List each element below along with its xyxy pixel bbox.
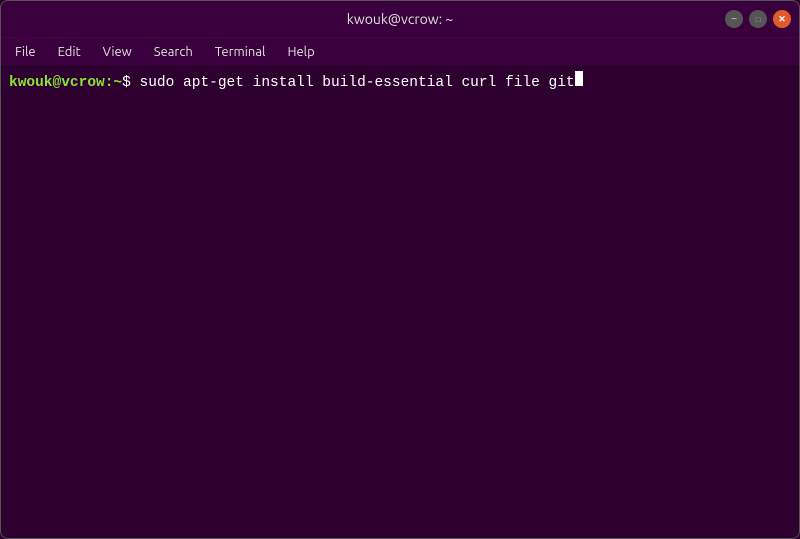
menu-help[interactable]: Help <box>277 43 324 61</box>
menu-edit[interactable]: Edit <box>48 43 91 61</box>
menu-view[interactable]: View <box>93 43 142 61</box>
menu-terminal[interactable]: Terminal <box>205 43 276 61</box>
menu-file[interactable]: File <box>5 43 46 61</box>
command-text: sudo apt-get install build-essential cur… <box>131 73 575 95</box>
terminal-window: kwouk@vcrow: ~ File Edit View Search Ter… <box>0 0 800 539</box>
maximize-button[interactable] <box>749 10 767 28</box>
terminal-body[interactable]: kwouk@vcrow:~$ sudo apt-get install buil… <box>1 65 799 538</box>
minimize-button[interactable] <box>725 10 743 28</box>
close-button[interactable] <box>773 10 791 28</box>
menubar: File Edit View Search Terminal Help <box>1 37 799 65</box>
titlebar: kwouk@vcrow: ~ <box>1 1 799 37</box>
terminal-line: kwouk@vcrow:~$ sudo apt-get install buil… <box>9 71 791 95</box>
window-controls <box>725 10 791 28</box>
menu-search[interactable]: Search <box>144 43 203 61</box>
prompt-user: kwouk@vcrow:~ <box>9 73 122 95</box>
prompt-symbol: $ <box>122 73 131 95</box>
window-title: kwouk@vcrow: ~ <box>347 11 454 27</box>
cursor <box>575 71 583 86</box>
